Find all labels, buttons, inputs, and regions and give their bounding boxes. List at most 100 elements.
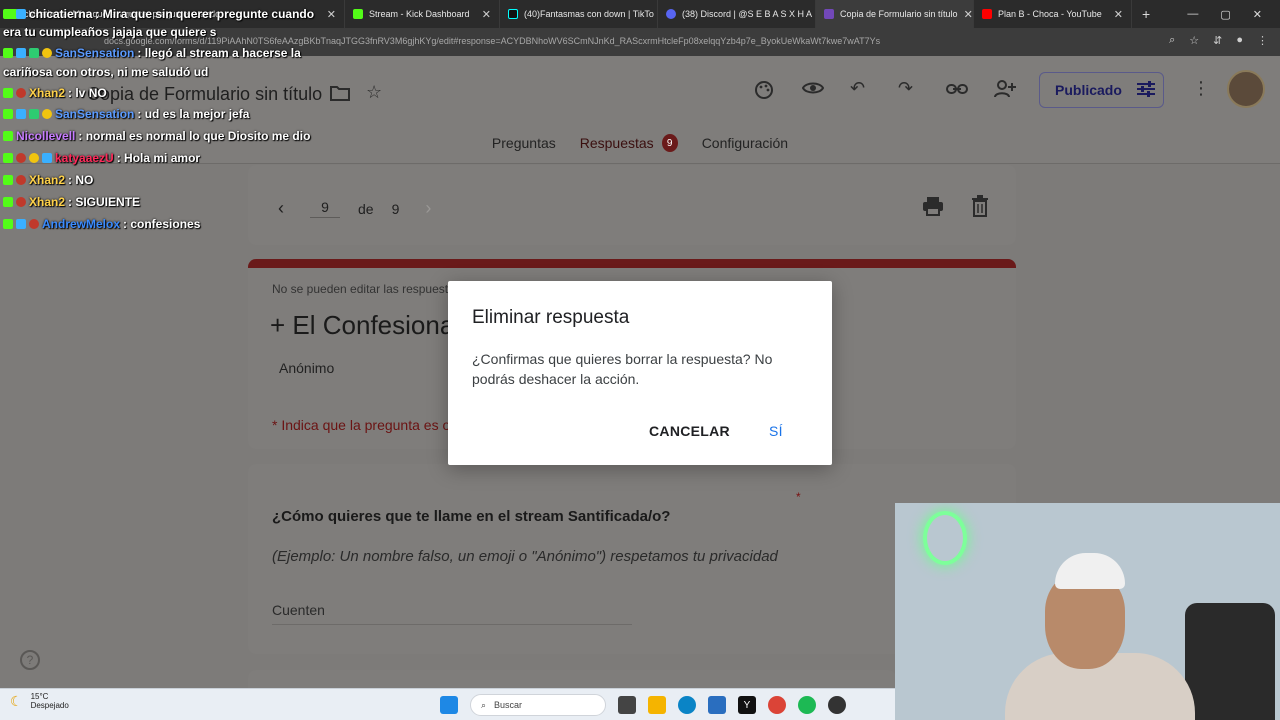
confirm-button[interactable]: SÍ [769, 423, 783, 439]
folder-icon[interactable] [330, 84, 350, 107]
add-collaborator-icon[interactable] [994, 80, 1016, 103]
chat-text: : confesiones [123, 217, 201, 231]
anonymous-label: Anónimo [279, 360, 335, 376]
taskbar-search[interactable]: ⌕ Buscar [470, 694, 606, 716]
chat-text: cariñosa con otros, ni me saludó ud [3, 65, 209, 79]
publish-button[interactable]: Publicado [1039, 72, 1164, 108]
chat-text: : SIGUIENTE [68, 195, 141, 209]
edit-notice: No se pueden editar las respuestas [272, 282, 461, 296]
response-count-badge: 9 [661, 134, 678, 152]
chat-username: SanSensation [55, 107, 135, 121]
answer-value: Cuenten [272, 602, 632, 625]
next-response-icon[interactable]: › [425, 198, 431, 219]
browser-tab[interactable]: Stream - Kick Dashboard ✕ [345, 0, 500, 28]
tab-label: Plan B - Choca - YouTube [998, 9, 1102, 19]
chat-text: : Hola mi amor [116, 151, 201, 165]
palette-icon[interactable] [754, 80, 774, 105]
store-icon[interactable] [708, 696, 726, 714]
undo-icon[interactable]: ↶ [850, 78, 865, 99]
media-control-icon[interactable]: ⇵ [1213, 34, 1222, 47]
chat-text: : Mira que sin querer pregunte cuando [95, 7, 315, 21]
document-title[interactable]: Copia de Formulario sin título [87, 84, 322, 105]
tab-preguntas[interactable]: Preguntas [492, 134, 556, 152]
dialog-message: ¿Confirmas que quieres borrar la respues… [472, 351, 773, 387]
chat-username: Xhan2 [29, 86, 66, 100]
badge-icon [16, 175, 26, 185]
badge-icon [16, 219, 26, 229]
preview-eye-icon[interactable] [801, 80, 825, 101]
close-icon[interactable]: ✕ [1114, 8, 1123, 21]
delete-response-dialog: Eliminar respuesta ¿Confirmas que quiere… [448, 281, 832, 465]
browser-tab-active[interactable]: Copia de Formulario sin título ✕ [816, 0, 974, 28]
obs-icon[interactable] [828, 696, 846, 714]
zoom-icon[interactable]: ⌕ [1169, 34, 1175, 47]
chat-message: Xhan2: lv NO [3, 86, 107, 100]
close-icon[interactable]: ✕ [327, 8, 336, 21]
windows-start-icon[interactable] [440, 696, 458, 714]
app-y-icon[interactable]: Y [738, 696, 756, 714]
maximize-button[interactable]: ▢ [1220, 8, 1230, 21]
chat-message: Nicollevell: normal es normal lo que Dio… [3, 129, 310, 143]
new-tab-button[interactable]: + [1142, 6, 1150, 22]
question-title: ¿Cómo quieres que te llame en el stream … [272, 508, 671, 525]
forms-icon [824, 9, 834, 19]
task-view-icon[interactable] [618, 696, 636, 714]
search-placeholder: Buscar [494, 700, 523, 710]
chat-text: : ud es la mejor jefa [137, 107, 250, 121]
chat-text: : llegó al stream a hacerse la [137, 46, 301, 60]
chat-message: SanSensation: llegó al stream a hacerse … [3, 46, 301, 60]
chat-username: Nicollevell [16, 129, 76, 143]
tab-label: (40)Fantasmas con down | TikTo [524, 9, 654, 19]
badge-icon [3, 153, 13, 163]
neon-smiley-light [923, 511, 967, 565]
response-number-input[interactable]: 9 [310, 199, 340, 218]
browser-menu-icon[interactable]: ⋮ [1257, 34, 1268, 47]
spotify-icon[interactable] [798, 696, 816, 714]
chat-username: AndrewMelox [42, 217, 121, 231]
cancel-button[interactable]: CANCELAR [649, 423, 730, 439]
help-icon[interactable]: ? [20, 650, 40, 670]
badge-icon [29, 109, 39, 119]
badge-icon [16, 88, 26, 98]
bookmark-star-icon[interactable]: ☆ [1189, 34, 1199, 47]
print-icon[interactable] [922, 196, 944, 221]
gaming-chair [1185, 603, 1275, 720]
browser-tab[interactable]: (38) Discord | @S E B A S X H A ✕ [658, 0, 816, 28]
tab-respuestas[interactable]: Respuestas 9 [580, 134, 678, 152]
webcam-overlay [895, 503, 1280, 720]
temperature: 15°C [30, 692, 49, 701]
chrome-icon[interactable] [768, 696, 786, 714]
badge-icon [16, 153, 26, 163]
close-icon[interactable]: ✕ [964, 8, 973, 21]
badge-icon [3, 109, 13, 119]
tab-configuracion[interactable]: Configuración [702, 134, 788, 152]
close-icon[interactable]: ✕ [482, 8, 491, 21]
close-window-button[interactable]: ✕ [1253, 8, 1262, 21]
avatar[interactable] [1227, 70, 1265, 108]
chat-message: chicatierna: Mira que sin querer pregunt… [3, 7, 314, 21]
edge-icon[interactable] [678, 696, 696, 714]
minimize-button[interactable]: — [1187, 8, 1198, 20]
of-label: de [358, 200, 374, 217]
delete-icon[interactable] [971, 195, 989, 222]
badge-icon [3, 197, 13, 207]
browser-tab[interactable]: Plan B - Choca - YouTube ✕ [974, 0, 1132, 28]
weather-widget[interactable]: ☾ 15°C Despejado [10, 692, 69, 710]
profile-icon[interactable]: ● [1236, 34, 1243, 47]
badge-icon [29, 153, 39, 163]
file-explorer-icon[interactable] [648, 696, 666, 714]
tab-label: Respuestas [579, 135, 654, 151]
more-vert-icon[interactable]: ⋮ [1192, 78, 1210, 99]
badge-icon [3, 48, 13, 58]
badge-icon [16, 9, 26, 19]
link-icon[interactable] [946, 80, 968, 101]
badge-icon [3, 9, 13, 19]
tiktok-icon [508, 9, 518, 19]
address-bar-actions: ⌕ ☆ ⇵ ● ⋮ [1169, 34, 1268, 47]
redo-icon[interactable]: ↷ [898, 78, 913, 99]
url-field[interactable]: docs.google.com/forms/d/119PiAAhN0TS6feA… [104, 36, 880, 46]
response-navigation: ‹ 9 de 9 › [278, 198, 431, 219]
browser-tab[interactable]: (40)Fantasmas con down | TikTo ✕ [500, 0, 658, 28]
prev-response-icon[interactable]: ‹ [278, 198, 284, 219]
star-icon[interactable]: ☆ [366, 82, 382, 103]
